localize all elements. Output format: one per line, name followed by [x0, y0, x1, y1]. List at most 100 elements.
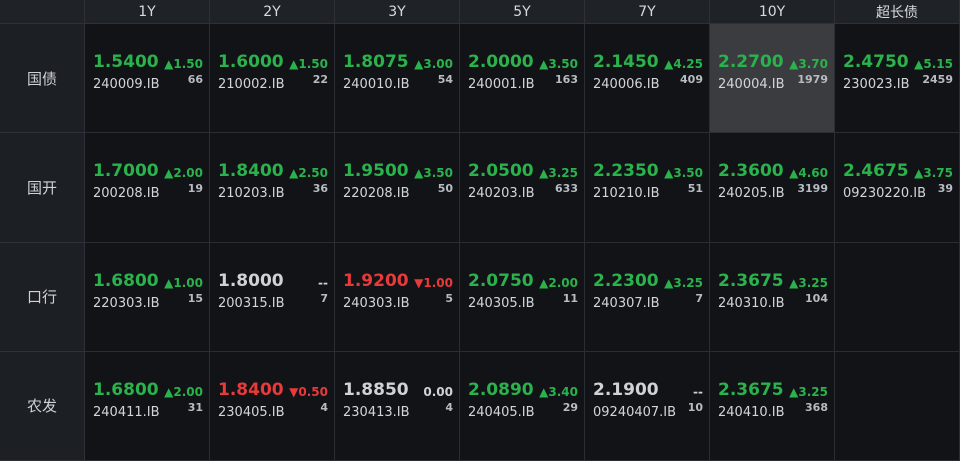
bond-code: 240004.IB: [718, 77, 785, 92]
volume-count: 1979: [797, 73, 828, 86]
change-value: ▲3.40: [539, 384, 578, 399]
bond-code: 09240407.IB: [593, 404, 677, 420]
quote-cell[interactable]: 2.0000 ▲3.50 163 240001.IB: [460, 24, 585, 134]
bond-code: 240307.IB: [593, 295, 660, 311]
quote-cell[interactable]: 2.2350 ▲3.50 51 210210.IB: [585, 133, 710, 243]
column-header-7[interactable]: 超长债: [835, 0, 960, 24]
yield-value: 1.8400: [218, 161, 284, 182]
volume-count: 4: [320, 400, 328, 414]
quote-cell[interactable]: 2.2300 ▲3.25 7 240307.IB: [585, 242, 710, 352]
yield-value: 1.8850: [343, 379, 409, 400]
quote-cell[interactable]: 1.8850 0.00 4 230413.IB: [335, 351, 460, 461]
volume-count: 633: [555, 182, 578, 196]
yield-value: 2.3675: [718, 379, 784, 400]
bond-code: 230413.IB: [343, 404, 410, 420]
row-label: 口行: [0, 242, 85, 352]
yield-value: 2.2700: [718, 52, 784, 72]
volume-count: 163: [555, 73, 578, 86]
bond-code: 210210.IB: [593, 186, 660, 202]
quote-cell[interactable]: 1.8400 ▼0.50 4 230405.IB: [210, 351, 335, 461]
quote-cell: [835, 242, 960, 352]
quote-cell[interactable]: 2.3600 ▲4.60 3199 240205.IB: [710, 133, 835, 243]
yield-value: 2.0500: [468, 161, 534, 182]
change-value: 0.00: [423, 384, 453, 399]
yield-value: 2.3600: [718, 161, 784, 182]
quote-cell[interactable]: 2.3675 ▲3.25 104 240310.IB: [710, 242, 835, 352]
yield-value: 1.6800: [93, 379, 159, 400]
column-header-1[interactable]: 1Y: [85, 0, 210, 24]
quote-cell[interactable]: 2.2700 ▲3.70 1979 240004.IB: [710, 24, 835, 134]
bond-code: 240203.IB: [468, 186, 535, 202]
quote-cell[interactable]: 1.6800 ▲1.00 15 220303.IB: [85, 242, 210, 352]
change-value: ▲3.50: [414, 166, 453, 181]
volume-count: 4: [445, 400, 453, 414]
yield-value: 2.2300: [593, 270, 659, 291]
change-value: ▲3.75: [914, 166, 953, 181]
bond-quote-grid: 1Y 2Y 3Y 5Y 7Y 10Y 超长债 国债 1.5400 ▲1.50 66 240009.IB…: [0, 0, 960, 461]
volume-count: 7: [320, 291, 328, 305]
column-header-2[interactable]: 2Y: [210, 0, 335, 24]
yield-value: 1.9500: [343, 161, 409, 182]
quote-cell[interactable]: 2.1450 ▲4.25 409 240006.IB: [585, 24, 710, 134]
volume-count: 11: [562, 291, 578, 305]
bond-code: 240001.IB: [468, 77, 535, 92]
yield-value: 2.1900: [593, 379, 659, 400]
change-value: ▼0.50: [289, 384, 328, 399]
quote-cell[interactable]: 1.7000 ▲2.00 19 200208.IB: [85, 133, 210, 243]
change-value: ▲1.00: [164, 275, 203, 290]
column-header-5[interactable]: 7Y: [585, 0, 710, 24]
bond-code: 09230220.IB: [843, 186, 927, 202]
quote-cell[interactable]: 1.6000 ▲1.50 22 210002.IB: [210, 24, 335, 134]
quote-cell[interactable]: 2.0750 ▲2.00 11 240305.IB: [460, 242, 585, 352]
volume-count: 36: [312, 182, 328, 196]
change-value: ▲3.25: [664, 275, 703, 290]
column-header-6[interactable]: 10Y: [710, 0, 835, 24]
change-value: ▲2.00: [539, 275, 578, 290]
bond-code: 240205.IB: [718, 186, 785, 202]
bond-code: 240310.IB: [718, 295, 785, 311]
quote-cell[interactable]: 1.9200 ▼1.00 5 240303.IB: [335, 242, 460, 352]
quote-cell[interactable]: 2.4750 ▲5.15 2459 230023.IB: [835, 24, 960, 134]
change-value: ▲3.70: [789, 57, 828, 71]
quote-cell[interactable]: 2.1900 -- 10 09240407.IB: [585, 351, 710, 461]
quote-cell[interactable]: 2.3675 ▲3.25 368 240410.IB: [710, 351, 835, 461]
bond-code: 220208.IB: [343, 186, 410, 202]
yield-value: 2.1450: [593, 52, 659, 72]
bond-code: 240410.IB: [718, 404, 785, 420]
column-header-3[interactable]: 3Y: [335, 0, 460, 24]
quote-cell[interactable]: 2.4675 ▲3.75 39 09230220.IB: [835, 133, 960, 243]
quote-cell[interactable]: 1.8000 -- 7 200315.IB: [210, 242, 335, 352]
bond-code: 200315.IB: [218, 295, 285, 311]
quote-cell[interactable]: 2.0500 ▲3.25 633 240203.IB: [460, 133, 585, 243]
quote-cell[interactable]: 1.8075 ▲3.00 54 240010.IB: [335, 24, 460, 134]
quote-cell[interactable]: 1.8400 ▲2.50 36 210203.IB: [210, 133, 335, 243]
bond-code: 210002.IB: [218, 77, 285, 92]
quote-cell[interactable]: 1.5400 ▲1.50 66 240009.IB: [85, 24, 210, 134]
volume-count: 66: [187, 73, 203, 86]
change-value: ▲3.25: [789, 384, 828, 399]
change-value: ▲3.50: [539, 57, 578, 71]
volume-count: 104: [805, 291, 828, 305]
change-value: ▲1.50: [289, 57, 328, 71]
change-value: ▲4.25: [664, 57, 703, 71]
volume-count: 50: [437, 182, 453, 196]
bond-code: 200208.IB: [93, 186, 160, 202]
yield-value: 1.9200: [343, 270, 409, 291]
quote-cell: [835, 351, 960, 461]
yield-value: 1.8400: [218, 379, 284, 400]
change-value: ▲3.50: [664, 166, 703, 181]
quote-cell[interactable]: 2.0890 ▲3.40 29 240405.IB: [460, 351, 585, 461]
change-value: ▲2.00: [164, 384, 203, 399]
quote-cell[interactable]: 1.9500 ▲3.50 50 220208.IB: [335, 133, 460, 243]
yield-value: 1.6800: [93, 270, 159, 291]
change-value: ▼1.00: [414, 275, 453, 290]
change-value: ▲2.50: [289, 166, 328, 181]
change-value: ▲4.60: [789, 166, 828, 181]
volume-count: 22: [312, 73, 328, 86]
quote-cell[interactable]: 1.6800 ▲2.00 31 240411.IB: [85, 351, 210, 461]
volume-count: 31: [187, 400, 203, 414]
column-header-4[interactable]: 5Y: [460, 0, 585, 24]
volume-count: 2459: [922, 73, 953, 86]
yield-value: 2.4675: [843, 161, 909, 182]
yield-value: 2.0000: [468, 52, 534, 72]
